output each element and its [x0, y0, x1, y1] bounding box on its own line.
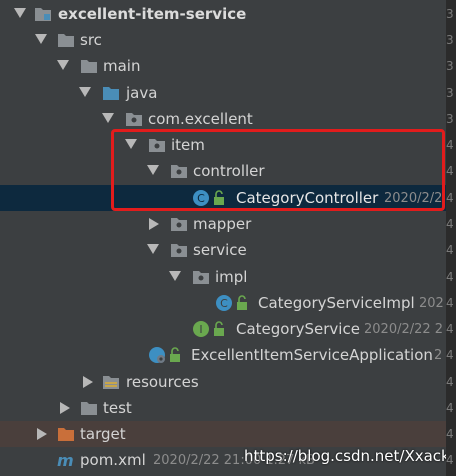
collapse-arrow-icon[interactable]	[149, 218, 159, 230]
collapse-arrow-icon[interactable]	[60, 402, 70, 414]
svg-text:I: I	[199, 323, 202, 336]
source-folder-icon	[103, 87, 119, 100]
interface-icon: I	[193, 321, 209, 337]
gutter-mark: 4	[446, 453, 454, 467]
tree-row-target[interactable]: target	[0, 421, 446, 447]
unlocked-icon	[214, 190, 224, 205]
tree-row-category-controller[interactable]: C CategoryController 2020/2/2	[0, 185, 446, 211]
tree-label: service	[193, 241, 247, 259]
gutter-mark: 4	[446, 322, 454, 336]
expand-arrow-icon[interactable]	[147, 165, 159, 175]
modified-date: 2020/2/2	[384, 191, 443, 206]
tree-label: excellent-item-service	[58, 5, 247, 23]
gutter-mark: 4	[446, 164, 454, 178]
tree-label: CategoryController	[236, 189, 379, 207]
svg-text:C: C	[197, 192, 205, 205]
tree-label: java	[126, 84, 158, 102]
package-icon	[149, 139, 165, 152]
excluded-folder-icon	[58, 428, 74, 441]
expand-arrow-icon[interactable]	[79, 87, 91, 97]
expand-arrow-icon[interactable]	[102, 113, 114, 123]
tree-row-resources[interactable]: resources	[0, 369, 446, 395]
project-tree: excellent-item-service src main java com…	[0, 0, 456, 476]
modified-date: 2020/2/22 2	[364, 322, 444, 337]
gutter-mark: 3	[446, 7, 454, 21]
package-icon	[171, 244, 187, 257]
tree-row-controller[interactable]: controller	[0, 158, 446, 184]
gutter-mark: 4	[446, 243, 454, 257]
tree-row-impl[interactable]: impl	[0, 264, 446, 290]
editor-gutter: 3 3 3 3 3 4 4 4 4 4 4 4 4 4 4 4 4 4	[446, 0, 456, 476]
folder-icon	[58, 34, 74, 47]
gutter-mark: 4	[446, 375, 454, 389]
tree-label: src	[80, 31, 102, 49]
class-icon: C	[193, 190, 209, 206]
gutter-mark: 3	[446, 86, 454, 100]
gutter-mark: 4	[446, 348, 454, 362]
gutter-mark: 4	[446, 138, 454, 152]
tree-label: main	[103, 57, 141, 75]
package-icon	[171, 165, 187, 178]
watermark: https://blog.csdn.net/Xxacker	[244, 447, 456, 465]
tree-row-com-excellent[interactable]: com.excellent	[0, 106, 446, 132]
gutter-mark: 4	[446, 191, 454, 205]
collapse-arrow-icon[interactable]	[83, 376, 93, 388]
tree-label: resources	[126, 373, 199, 391]
gutter-mark: 4	[446, 217, 454, 231]
tree-label: ExcellentItemServiceApplication	[191, 346, 433, 364]
modified-date: 202	[419, 296, 444, 311]
gutter-mark: 4	[446, 427, 454, 441]
tree-row-category-service-impl[interactable]: C CategoryServiceImpl 202	[0, 290, 446, 316]
svg-text:C: C	[220, 297, 228, 310]
package-icon	[193, 271, 209, 284]
gutter-mark: 3	[446, 112, 454, 126]
tree-row-category-service[interactable]: I CategoryService 2020/2/22 2	[0, 316, 446, 342]
class-icon: C	[216, 295, 232, 311]
gutter-mark: 4	[446, 296, 454, 310]
expand-arrow-icon[interactable]	[57, 60, 69, 70]
tree-label: com.excellent	[148, 110, 253, 128]
tree-row-service[interactable]: service	[0, 237, 446, 263]
folder-icon	[81, 402, 97, 415]
tree-label: test	[103, 399, 132, 417]
tree-label: CategoryService	[236, 320, 360, 338]
tree-row-java[interactable]: java	[0, 80, 446, 106]
tree-label: pom.xml	[80, 451, 146, 469]
unlocked-icon	[214, 321, 224, 336]
gutter-mark: 4	[446, 270, 454, 284]
package-icon	[171, 218, 187, 231]
gutter-mark: 3	[446, 33, 454, 47]
unlocked-icon	[237, 295, 247, 310]
expand-arrow-icon[interactable]	[35, 34, 47, 44]
maven-icon: m	[57, 451, 74, 469]
expand-arrow-icon[interactable]	[169, 271, 181, 281]
expand-arrow-icon[interactable]	[147, 244, 159, 254]
tree-label: controller	[193, 162, 265, 180]
tree-label: CategoryServiceImpl	[258, 294, 415, 312]
tree-label: mapper	[193, 215, 252, 233]
expand-arrow-icon[interactable]	[125, 139, 137, 149]
tree-row-test[interactable]: test	[0, 395, 446, 421]
folder-icon	[81, 60, 97, 73]
package-icon	[126, 113, 142, 126]
expand-arrow-icon[interactable]	[14, 8, 26, 18]
tree-row-root[interactable]: excellent-item-service	[0, 1, 446, 27]
tree-row-src[interactable]: src	[0, 27, 446, 53]
tree-row-item[interactable]: item	[0, 132, 446, 158]
svg-text:m: m	[57, 451, 74, 469]
tree-row-main[interactable]: main	[0, 53, 446, 79]
tree-row-application[interactable]: ExcellentItemServiceApplication 2	[0, 342, 446, 368]
resources-folder-icon	[103, 376, 119, 389]
module-folder-icon	[35, 8, 51, 21]
gutter-mark: 4	[446, 401, 454, 415]
spring-boot-class-icon	[149, 347, 165, 363]
collapse-arrow-icon[interactable]	[37, 428, 47, 440]
modified-date: 2	[434, 348, 443, 363]
tree-row-mapper[interactable]: mapper	[0, 211, 446, 237]
gutter-mark: 3	[446, 59, 454, 73]
tree-label: target	[80, 425, 126, 443]
tree-label: item	[171, 136, 205, 154]
unlocked-icon	[170, 347, 180, 362]
tree-label: impl	[215, 268, 248, 286]
